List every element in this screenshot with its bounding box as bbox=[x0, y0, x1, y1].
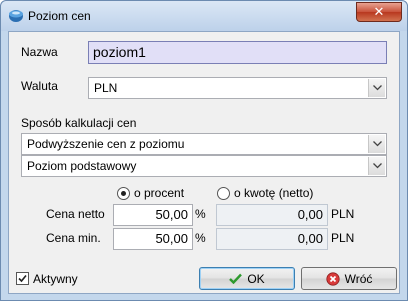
wroc-label: Wróć bbox=[344, 271, 373, 286]
checkmark-icon bbox=[229, 273, 243, 284]
sposob-label: Sposób kalkulacji cen bbox=[21, 116, 137, 130]
nazwa-input[interactable]: poziom1 bbox=[88, 41, 387, 64]
cena-netto-label: Cena netto bbox=[46, 207, 105, 221]
dialog-body: Nazwa poziom1 Waluta PLN Sposób kalkulac… bbox=[8, 31, 400, 294]
dialog-window: Poziom cen ✕ Nazwa poziom1 Waluta PLN Sp… bbox=[0, 0, 408, 301]
waluta-value: PLN bbox=[94, 81, 118, 95]
title-bar[interactable]: Poziom cen ✕ bbox=[1, 1, 407, 31]
chevron-down-icon[interactable] bbox=[368, 157, 385, 175]
cena-min-unit: % bbox=[195, 231, 206, 245]
waluta-label: Waluta bbox=[21, 79, 58, 93]
cena-netto-currency: PLN bbox=[331, 207, 355, 221]
close-icon: ✕ bbox=[373, 4, 385, 19]
radio-procent-dot[interactable] bbox=[117, 187, 130, 200]
cancel-icon bbox=[326, 271, 340, 286]
poziom-value: Poziom podstawowy bbox=[27, 159, 137, 173]
chevron-down-icon[interactable] bbox=[368, 135, 385, 153]
aktywny-label[interactable]: Aktywny bbox=[33, 272, 78, 286]
wroc-button[interactable]: Wróć bbox=[301, 267, 397, 290]
cena-netto-unit: % bbox=[195, 207, 206, 221]
cena-min-label: Cena min. bbox=[46, 231, 101, 245]
window-title: Poziom cen bbox=[28, 9, 91, 23]
aktywny-check[interactable] bbox=[16, 272, 29, 285]
radio-kwote-dot[interactable] bbox=[217, 187, 230, 200]
close-button[interactable]: ✕ bbox=[356, 2, 402, 22]
ok-label: OK bbox=[247, 271, 265, 286]
sposob-value: Podwyższenie cen z poziomu bbox=[27, 137, 185, 151]
cena-netto-amount-input[interactable]: 0,00 bbox=[216, 204, 328, 226]
cena-netto-percent-input[interactable]: 50,00 bbox=[113, 204, 193, 226]
checkmark-icon bbox=[18, 274, 27, 283]
chevron-down-icon[interactable] bbox=[368, 79, 385, 97]
radio-kwote-label[interactable]: o kwotę (netto) bbox=[234, 186, 313, 200]
radio-procent-label[interactable]: o procent bbox=[134, 186, 184, 200]
waluta-select[interactable]: PLN bbox=[88, 77, 387, 99]
nazwa-label: Nazwa bbox=[21, 45, 58, 59]
cena-min-amount-input[interactable]: 0,00 bbox=[216, 228, 328, 250]
ok-button[interactable]: OK bbox=[199, 267, 295, 290]
cena-min-percent-input[interactable]: 50,00 bbox=[113, 228, 193, 250]
poziom-select[interactable]: Poziom podstawowy bbox=[21, 155, 387, 177]
sposob-select[interactable]: Podwyższenie cen z poziomu bbox=[21, 133, 387, 155]
app-icon bbox=[9, 10, 23, 22]
cena-min-currency: PLN bbox=[331, 231, 355, 245]
